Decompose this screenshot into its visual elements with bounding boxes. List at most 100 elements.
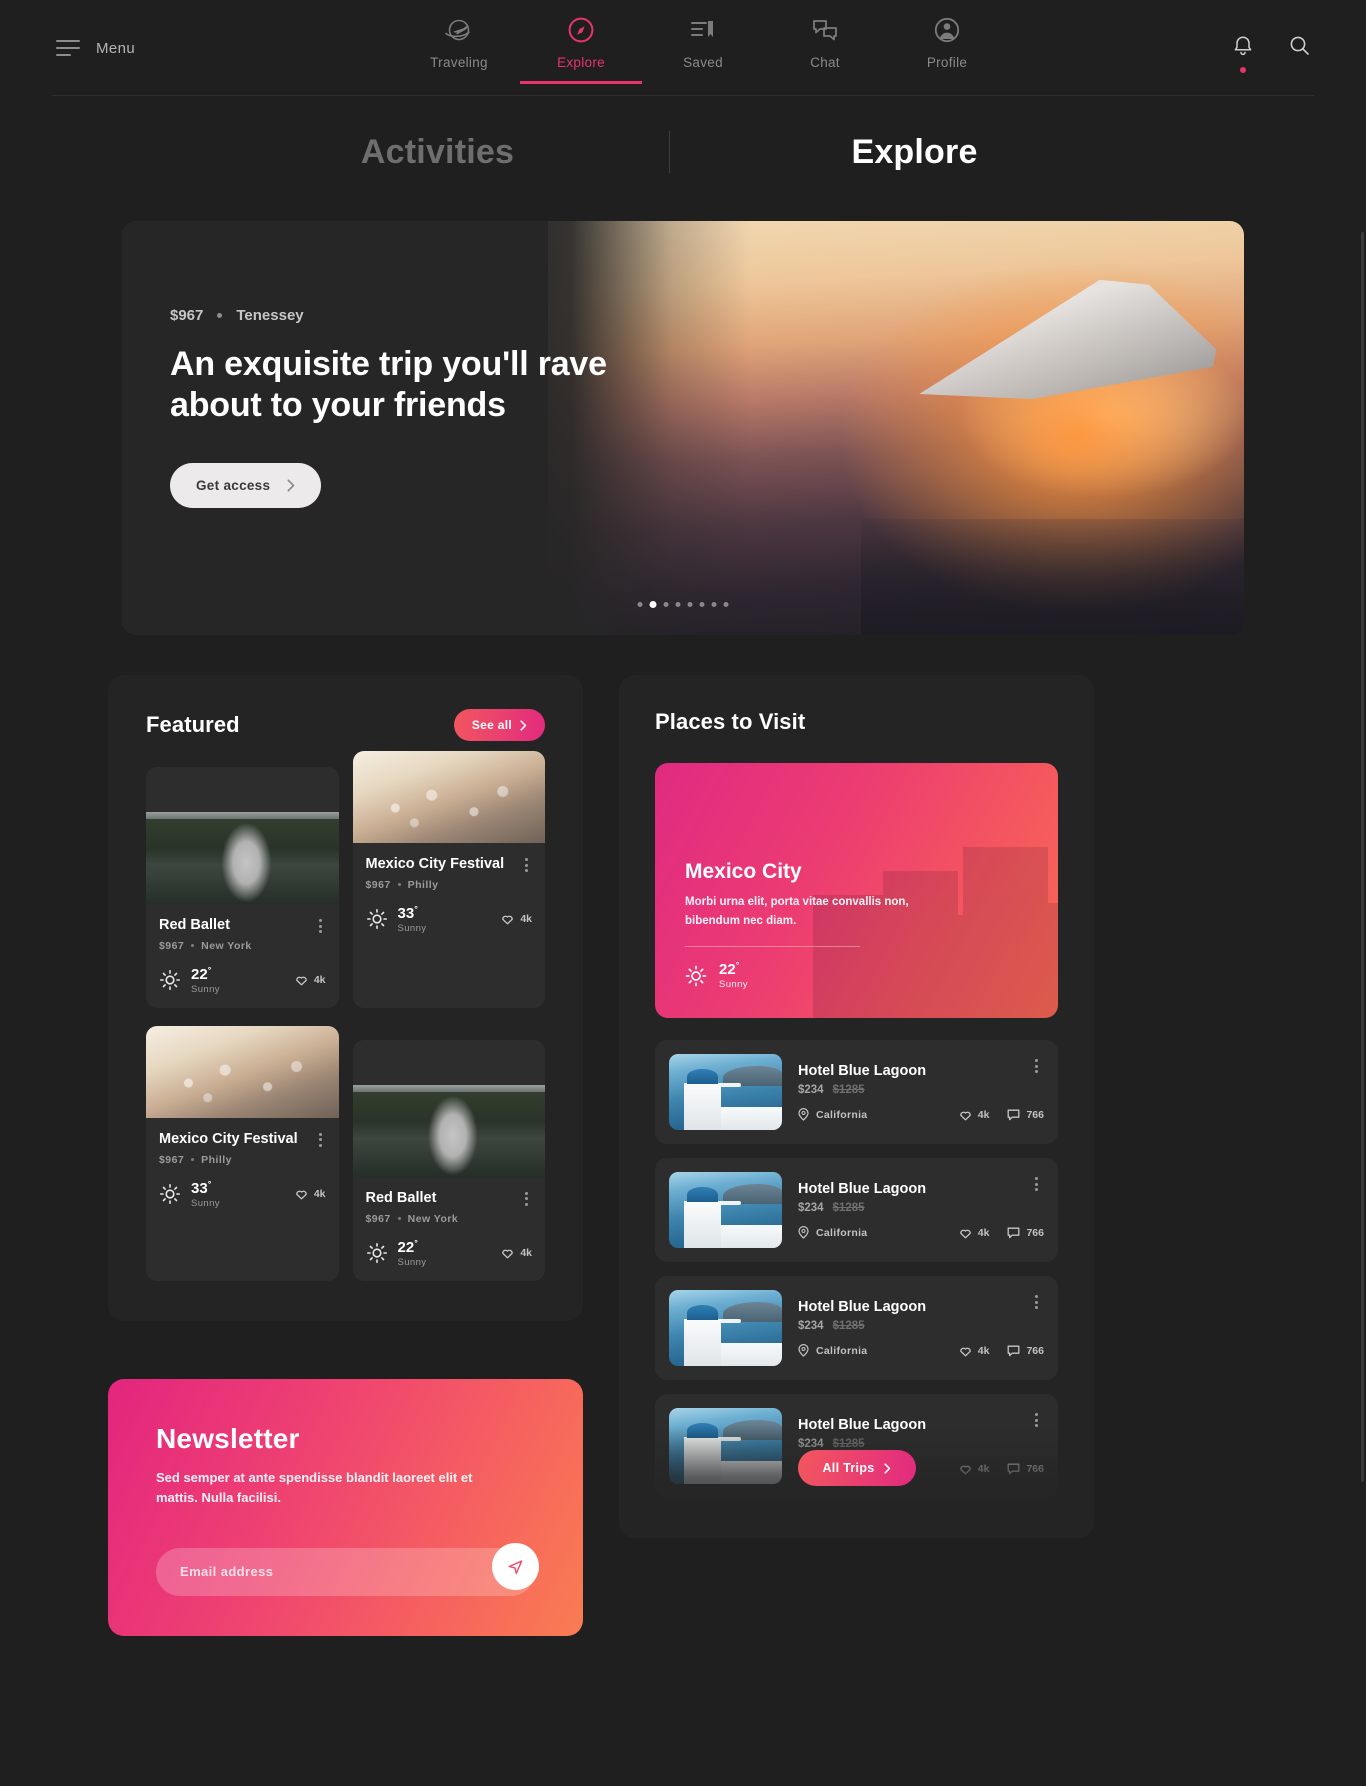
get-access-button[interactable]: Get access [170,462,322,508]
carousel-dot[interactable] [711,602,717,607]
featured-card[interactable]: Red Ballet $967 New York 22° Sunny 4k [146,767,339,1008]
hotel-likes[interactable]: 4k [959,1345,989,1357]
featured-card-price: $967 [159,939,185,952]
hotel-stats: 4k 766 [959,1345,1044,1357]
hotel-thumbnail [669,1172,782,1248]
main-content-panels: Featured See all Red Ballet $967 New York 2… [0,675,1366,1636]
card-options-icon[interactable] [1031,1292,1042,1312]
carousel-dot[interactable] [675,602,681,607]
page-scrollbar[interactable] [1361,232,1364,1482]
carousel-dots[interactable] [637,601,729,608]
heading-activities[interactable]: Activities [207,133,669,172]
nav-item-profile[interactable]: Profile [886,14,1008,83]
card-options-icon[interactable] [521,855,532,875]
hotel-thumb-tower [683,1200,721,1248]
location-pin-icon [798,1344,809,1357]
featured-card-likes[interactable]: 4k [295,974,326,986]
location-pin-icon [798,1226,809,1239]
hotel-list-item[interactable]: Hotel Blue Lagoon $234 $1285 California 4k 76… [655,1040,1058,1144]
nav-item-traveling[interactable]: Traveling [398,14,520,83]
featured-card-condition: Sunny [397,922,427,934]
search-button[interactable] [1289,35,1310,61]
hotel-price: $234 [798,1084,824,1096]
all-trips-button[interactable]: All Trips [797,1450,916,1486]
hotel-old-price: $1285 [832,1320,865,1332]
highlight-temperature: 22° [719,961,748,978]
hotel-likes[interactable]: 4k [959,1463,989,1475]
hotel-comments[interactable]: 766 [1007,1345,1044,1357]
featured-card-likes[interactable]: 4k [501,913,532,925]
featured-card[interactable]: Mexico City Festival $967 Philly 33° Sunny 4k [146,1025,339,1281]
hotel-price: $234 [798,1320,824,1332]
hamburger-menu-icon[interactable] [56,40,80,56]
heading-explore[interactable]: Explore [670,133,1160,172]
newsletter-description: Sed semper at ante spendisse blandit lao… [156,1469,473,1505]
separator-dot [191,1158,195,1162]
featured-card-image [352,751,545,843]
hero-banner[interactable]: $967 Tenessey An exquisite trip you'll r… [122,221,1244,635]
location-pin-icon [798,1108,809,1121]
likes-count: 4k [520,1247,532,1260]
notification-indicator-dot [1240,66,1246,73]
hero-meta: $967 Tenessey [170,307,690,324]
hero-location: Tenessey [236,307,304,324]
hotel-list-item[interactable]: Hotel Blue Lagoon $234 $1285 California 4k 76… [655,1276,1058,1380]
email-input[interactable] [156,1547,535,1596]
separator-dot [397,1217,401,1221]
carousel-dot[interactable] [687,602,693,607]
nav-label-chat: Chat [810,54,840,70]
featured-card-title: Mexico City Festival [365,856,505,872]
hotel-comments[interactable]: 766 [1007,1227,1044,1239]
carousel-dot[interactable] [649,601,657,608]
featured-card-likes[interactable]: 4k [295,1188,326,1200]
hotel-comments[interactable]: 766 [1007,1463,1044,1475]
featured-card-header: Red Ballet $967 New York [366,1189,533,1225]
featured-header: Featured See all [146,709,545,741]
highlight-description: Morbi urna elit, porta vitae convallis n… [685,896,909,927]
featured-card-image [352,1084,545,1177]
hotel-list-item[interactable]: Hotel Blue Lagoon $234 $1285 California 4k 76… [655,1158,1058,1262]
nav-item-saved[interactable]: Saved [642,14,764,83]
card-options-icon[interactable] [521,1189,532,1209]
see-all-button[interactable]: See all [453,709,545,741]
carousel-dot[interactable] [663,602,669,607]
card-options-icon[interactable] [1031,1410,1042,1430]
featured-card-price: $967 [365,878,391,891]
featured-card-location: New York [201,939,252,952]
featured-card-stats: 33° Sunny 4k [366,903,532,934]
featured-card-temperature: 22° [397,1237,418,1256]
hotel-likes[interactable]: 4k [959,1227,989,1239]
card-options-icon[interactable] [315,916,326,936]
hotel-comments[interactable]: 766 [1007,1109,1044,1121]
featured-card-subtitle: $967 Philly [159,1154,298,1166]
heart-icon [960,1229,971,1238]
hotel-stats: 4k 766 [959,1227,1044,1239]
section-headings: Activities Explore [0,131,1366,173]
bookmark-list-icon [689,14,717,46]
featured-card-likes[interactable]: 4k [501,1247,532,1259]
card-options-icon[interactable] [1031,1174,1042,1194]
highlight-weather: 22° Sunny [685,961,1028,990]
heart-icon [502,1249,514,1259]
likes-count: 4k [313,1188,326,1201]
hotel-name: Hotel Blue Lagoon [798,1181,927,1197]
carousel-dot[interactable] [637,602,643,607]
degree-symbol: ° [414,903,418,914]
nav-item-chat[interactable]: Chat [764,14,886,83]
heart-icon [960,1465,971,1474]
featured-card-weather: 33° Sunny [159,1179,220,1209]
highlight-card-body: Mexico City Morbi urna elit, porta vitae… [685,860,1028,990]
highlight-card-mexico-city[interactable]: Mexico City Morbi urna elit, porta vitae… [655,763,1058,1018]
notifications-button[interactable] [1233,35,1253,73]
hotel-price-row: $234 $1285 [798,1202,1044,1214]
hotel-likes[interactable]: 4k [959,1109,989,1121]
card-options-icon[interactable] [315,1130,326,1150]
nav-item-explore[interactable]: Explore [520,14,642,84]
card-options-icon[interactable] [1031,1056,1042,1076]
carousel-dot[interactable] [699,602,705,607]
featured-card[interactable]: Mexico City Festival $967 Philly 33° Sunny 4k [352,751,545,1008]
carousel-dot[interactable] [723,602,729,607]
newsletter-submit-button[interactable] [492,1542,539,1590]
featured-card-title: Red Ballet [365,1189,437,1206]
featured-card[interactable]: Red Ballet $967 New York 22° Sunny 4k [352,1039,545,1281]
